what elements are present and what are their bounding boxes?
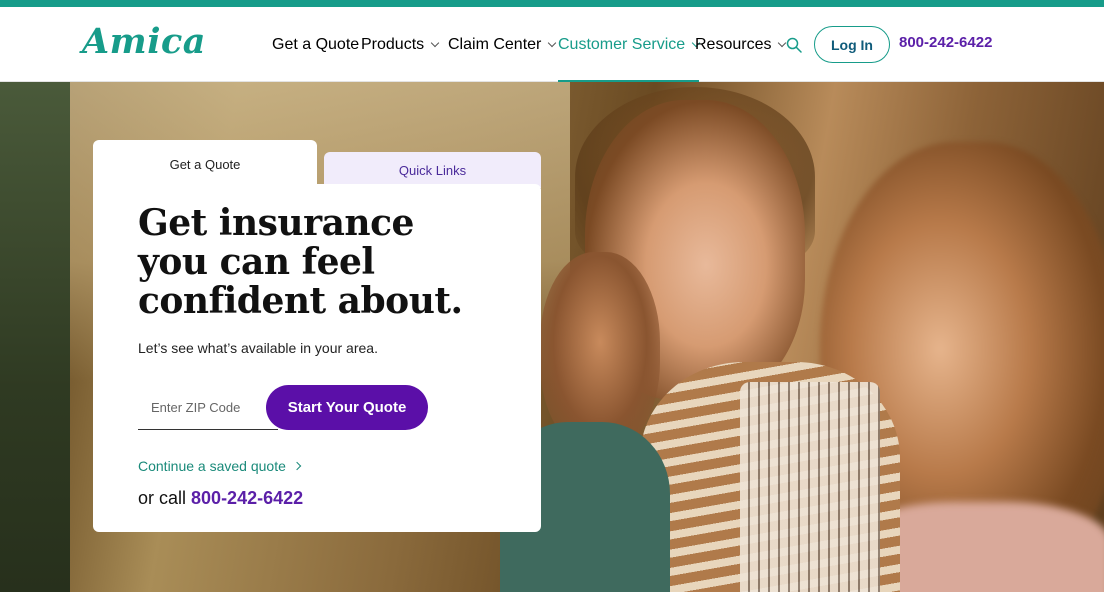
- call-prefix: or call: [138, 488, 187, 508]
- nav-products[interactable]: Products: [361, 7, 440, 82]
- chevron-down-icon: [430, 38, 440, 47]
- nav-customer-service[interactable]: Customer Service: [558, 7, 701, 82]
- top-accent-stripe: [0, 0, 1104, 7]
- hero-subtitle: Let’s see what’s available in your area.: [138, 340, 378, 356]
- site-header: Amica Get a Quote Products Claim Center …: [0, 7, 1104, 82]
- nav-label: Get a Quote: [272, 35, 360, 53]
- quote-card: Get insurance you can feel confident abo…: [93, 184, 541, 532]
- start-quote-button[interactable]: Start Your Quote: [266, 385, 428, 430]
- hero-bg-apron: [740, 382, 880, 592]
- search-icon[interactable]: [786, 37, 802, 53]
- nav-label: Claim Center: [448, 35, 542, 53]
- tab-get-a-quote[interactable]: Get a Quote: [93, 140, 317, 188]
- login-button[interactable]: Log In: [814, 26, 890, 63]
- hero-bg-window: [0, 82, 70, 592]
- continue-saved-quote-link[interactable]: Continue a saved quote: [138, 458, 302, 474]
- zip-code-input[interactable]: [138, 386, 278, 430]
- call-phone-link[interactable]: 800-242-6422: [191, 488, 303, 508]
- nav-resources[interactable]: Resources: [695, 7, 787, 82]
- header-phone-link[interactable]: 800-242-6422: [899, 34, 992, 51]
- nav-label: Customer Service: [558, 35, 686, 53]
- nav-label: Resources: [695, 35, 772, 53]
- nav-claim-center[interactable]: Claim Center: [448, 7, 557, 82]
- amica-logo[interactable]: Amica: [82, 21, 206, 62]
- call-line: or call 800-242-6422: [138, 488, 303, 509]
- nav-get-a-quote[interactable]: Get a Quote: [272, 7, 359, 82]
- chevron-right-icon: [292, 461, 302, 471]
- continue-link-label: Continue a saved quote: [138, 458, 286, 474]
- nav-label: Products: [361, 35, 425, 53]
- tab-quick-links[interactable]: Quick Links: [324, 152, 541, 188]
- hero-title: Get insurance you can feel confident abo…: [138, 202, 463, 322]
- chevron-down-icon: [548, 38, 557, 47]
